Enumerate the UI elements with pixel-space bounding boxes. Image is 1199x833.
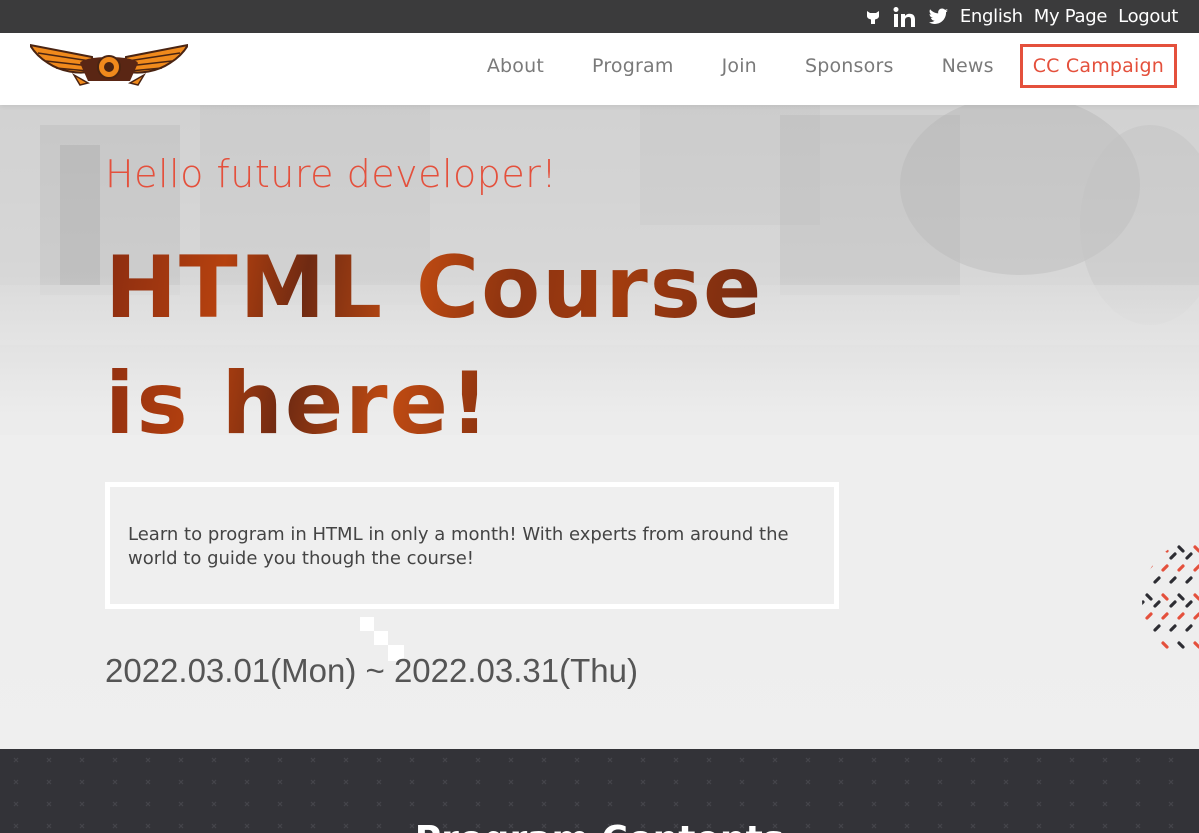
nav-news[interactable]: News (918, 44, 1018, 88)
hero-description: Learn to program in HTML in only a month… (128, 524, 789, 569)
headline-line-2: is here! (105, 354, 492, 454)
language-link[interactable]: English (960, 6, 1023, 27)
logout-link[interactable]: Logout (1118, 6, 1178, 27)
hero-greeting: Hello future developer! (105, 152, 558, 196)
utility-bar: English My Page Logout (0, 0, 1199, 33)
headline-line-1: HTML Course (105, 238, 764, 338)
nav-program[interactable]: Program (568, 44, 698, 88)
description-box: Learn to program in HTML in only a month… (105, 482, 839, 609)
my-page-link[interactable]: My Page (1034, 6, 1108, 27)
linkedin-icon[interactable] (893, 6, 917, 28)
nav-sponsors[interactable]: Sponsors (781, 44, 918, 88)
nav-about[interactable]: About (463, 44, 568, 88)
hero-headline: HTML Course is here! (105, 230, 763, 462)
dash-pattern-decoration (1142, 545, 1199, 649)
cc-campaign-button[interactable]: CC Campaign (1019, 44, 1177, 88)
program-contents-section: Program Contents (0, 749, 1199, 833)
decorative-pixel (360, 617, 374, 631)
decorative-pixel (374, 631, 388, 645)
hero-section: Hello future developer! HTML Course is h… (0, 105, 1199, 749)
section-title: Program Contents (0, 819, 1199, 833)
github-icon[interactable] (864, 8, 882, 26)
nav-menu: About Program Join Sponsors News CC Camp… (463, 44, 1177, 88)
nav-join[interactable]: Join (698, 44, 781, 88)
winged-logo[interactable] (30, 41, 188, 87)
course-dates: 2022.03.01(Mon) ~ 2022.03.31(Thu) (105, 652, 638, 689)
twitter-icon[interactable] (928, 8, 949, 26)
main-nav: About Program Join Sponsors News CC Camp… (0, 33, 1199, 105)
